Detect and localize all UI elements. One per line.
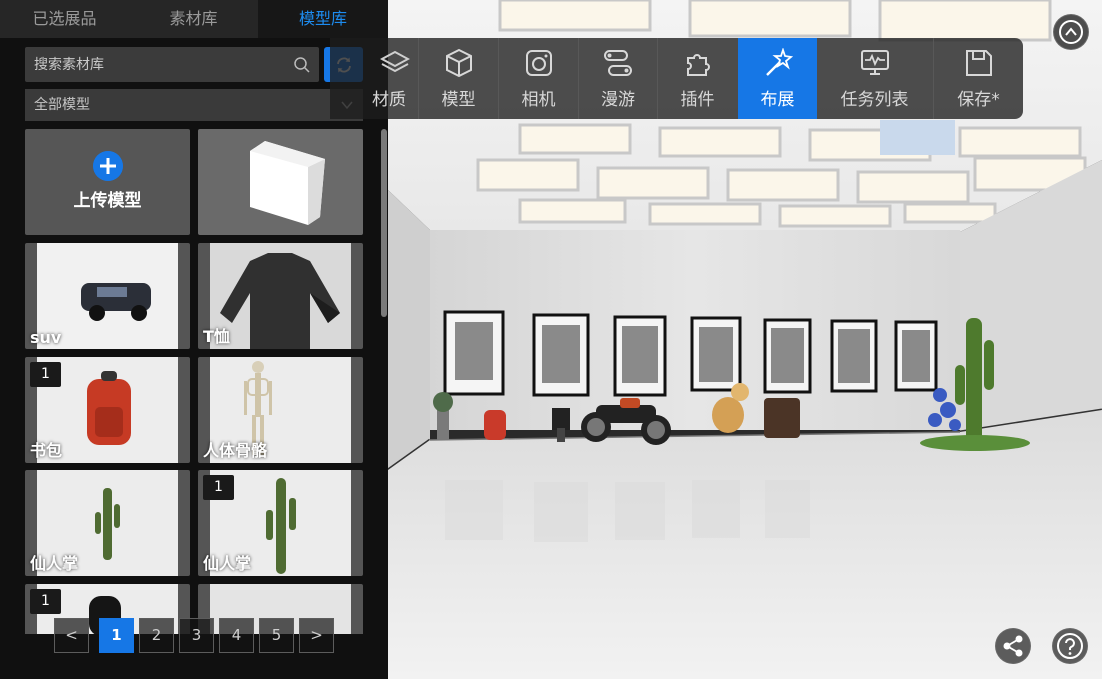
route-icon [604, 50, 632, 76]
model-card[interactable]: 1 仙人掌 [198, 470, 363, 576]
usage-count-badge: 1 [30, 362, 61, 387]
search-input[interactable] [25, 47, 287, 82]
toolbar-save-button[interactable]: 保存* [934, 38, 1023, 119]
toolbar-label: 模型 [441, 90, 476, 110]
model-category-value: 全部模型 [34, 97, 90, 113]
usage-count-badge: 1 [30, 589, 61, 614]
magic-wand-icon [765, 48, 793, 76]
toolbar-plugin-button[interactable]: 插件 [658, 38, 737, 119]
toolbar-label: 漫游 [601, 90, 635, 110]
model-card-label: 仙人掌 [30, 554, 79, 573]
toolbar-task-list-button[interactable]: 任务列表 [817, 38, 932, 119]
model-card-label: 仙人掌 [203, 554, 252, 573]
scrollbar-thumb[interactable] [381, 129, 387, 317]
model-card-label: 人体骨骼 [203, 441, 268, 460]
model-card[interactable]: T恤 [198, 243, 363, 349]
toolbar-roam-button[interactable]: 漫游 [579, 38, 657, 119]
puzzle-icon [686, 54, 710, 76]
plus-circle-icon [93, 151, 123, 181]
search-box [25, 47, 319, 82]
page-button-2[interactable]: 2 [139, 618, 174, 653]
upload-model-button[interactable]: 上传模型 [25, 129, 190, 235]
toolbar-label: 任务列表 [840, 90, 909, 110]
page-button-1[interactable]: 1 [99, 618, 134, 653]
prev-page-button[interactable]: < [54, 618, 89, 653]
page-button-4[interactable]: 4 [219, 618, 254, 653]
search-row [25, 47, 363, 82]
collapse-toolbar-button[interactable] [1053, 14, 1089, 50]
tshirt-thumbnail [210, 243, 351, 349]
toolbar-exhibit-layout-button[interactable]: 布展 [738, 38, 817, 119]
page-button-5[interactable]: 5 [259, 618, 294, 653]
upload-model-label: 上传模型 [73, 191, 142, 211]
cube-icon [445, 48, 472, 78]
toolbar-label: 插件 [680, 90, 715, 110]
save-icon [965, 50, 992, 76]
toolbar-label: 保存* [957, 90, 1000, 110]
model-card-label: suv [30, 328, 62, 347]
toolbar-label: 材质 [372, 90, 406, 110]
page-button-3[interactable]: 3 [179, 618, 214, 653]
toolbar-material-button[interactable]: 材质 [330, 38, 418, 119]
next-page-button[interactable]: > [299, 618, 334, 653]
toolbar-model-button[interactable]: 模型 [419, 38, 498, 119]
model-card[interactable]: 仙人掌 [25, 470, 190, 576]
camera-icon [525, 50, 552, 76]
tab-model-library[interactable]: 模型库 [258, 0, 388, 38]
model-card[interactable]: 1 书包 [25, 357, 190, 463]
editor-toolbar: 材质 模型 相机 漫游 插件 布展 任务列表 保存* [330, 38, 1023, 119]
tab-material-library[interactable]: 素材库 [129, 0, 258, 38]
toolbar-camera-button[interactable]: 相机 [499, 38, 578, 119]
panel-tabs: 已选展品 素材库 模型库 [0, 0, 388, 38]
help-button[interactable] [1052, 628, 1088, 664]
model-card-label: T恤 [203, 327, 230, 346]
box-model-thumbnail [250, 141, 325, 225]
model-grid: 上传模型 suv T恤 1 书包 人体骨骼 仙人掌 1 仙人掌 1 [25, 129, 363, 634]
monitor-icon [860, 50, 889, 75]
model-card[interactable]: 人体骨骼 [198, 357, 363, 463]
usage-count-badge: 1 [203, 475, 234, 500]
tab-selected-exhibits[interactable]: 已选展品 [0, 0, 129, 38]
share-button[interactable] [995, 628, 1031, 664]
model-card-label: 书包 [30, 441, 63, 460]
grid-scrollbar[interactable] [381, 129, 387, 634]
layers-icon [380, 50, 410, 73]
model-card[interactable]: suv [25, 243, 190, 349]
toolbar-label: 布展 [760, 90, 795, 110]
model-card-box[interactable] [198, 129, 363, 235]
search-icon[interactable] [293, 56, 311, 74]
model-category-select[interactable]: 全部模型 [25, 89, 363, 121]
toolbar-label: 相机 [521, 90, 556, 110]
